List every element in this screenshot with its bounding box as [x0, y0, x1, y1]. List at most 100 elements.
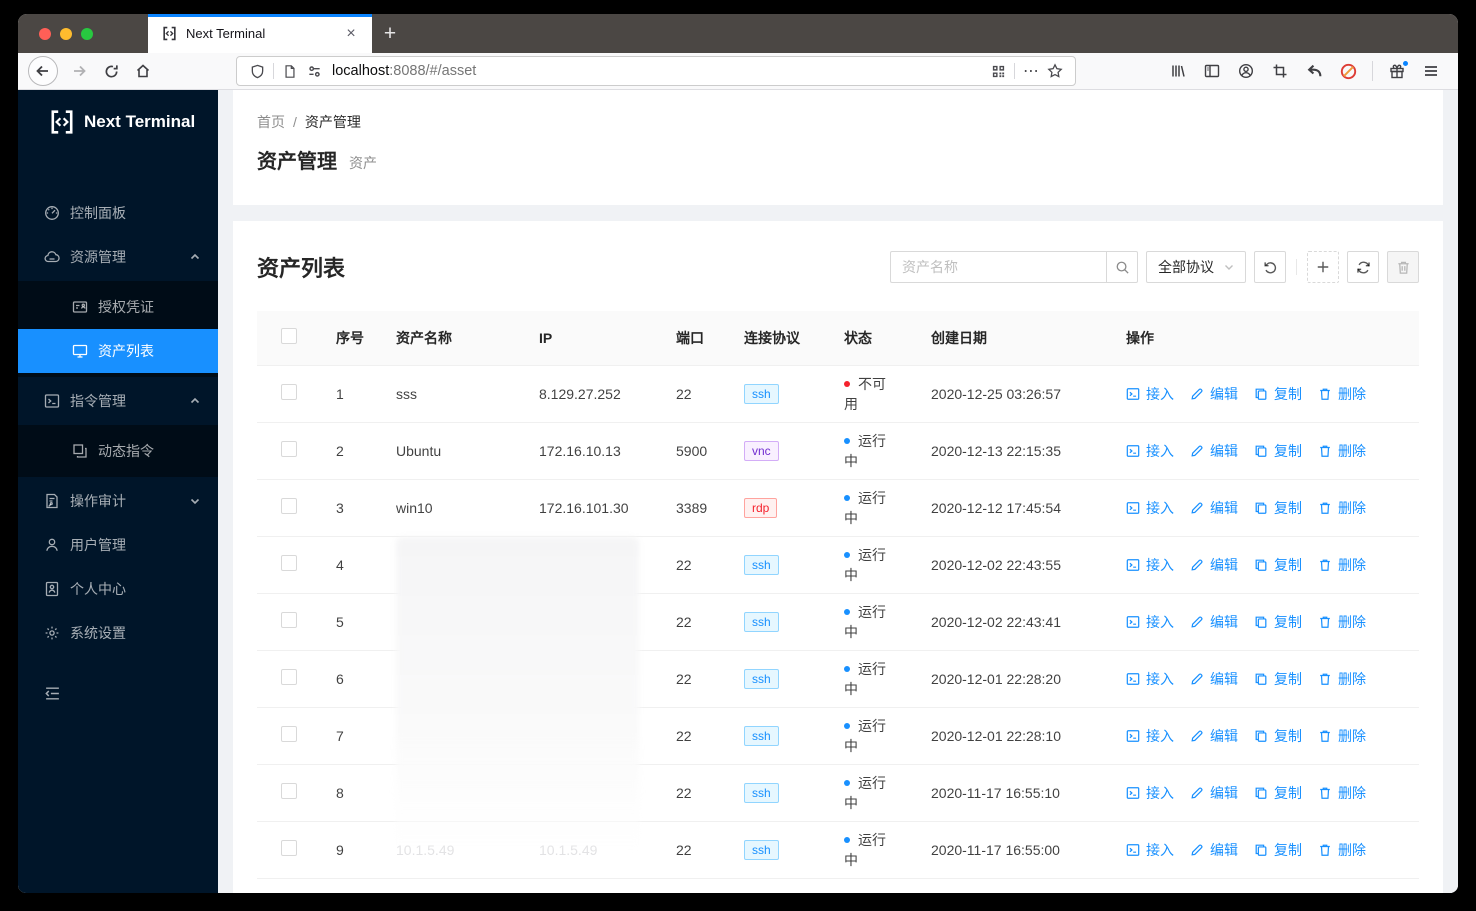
- row-checkbox[interactable]: [280, 384, 297, 400]
- sidebar-item-audit[interactable]: 操作审计: [18, 481, 218, 521]
- back-button[interactable]: [28, 56, 58, 86]
- page-info-icon[interactable]: [278, 64, 302, 79]
- row-checkbox[interactable]: [280, 498, 297, 514]
- row-checkbox[interactable]: [280, 783, 297, 799]
- column-header: 创建日期: [915, 311, 1110, 366]
- sidebar-toggle-icon[interactable]: [1197, 56, 1227, 86]
- connect-link[interactable]: 接入: [1126, 783, 1174, 803]
- edit-link[interactable]: 编辑: [1190, 441, 1238, 461]
- sidebar-item-dynamic-commands[interactable]: 动态指令: [18, 429, 218, 473]
- close-window-button[interactable]: [39, 27, 51, 40]
- row-checkbox[interactable]: [280, 726, 297, 742]
- edit-link[interactable]: 编辑: [1190, 612, 1238, 632]
- undo-arrow-icon[interactable]: [1299, 56, 1329, 86]
- sidebar-item-credentials[interactable]: 授权凭证: [18, 285, 218, 329]
- connect-link[interactable]: 接入: [1126, 612, 1174, 632]
- connect-link[interactable]: 接入: [1126, 669, 1174, 689]
- sidebar-item-commands[interactable]: 指令管理: [18, 381, 218, 421]
- connect-link[interactable]: 接入: [1126, 498, 1174, 518]
- account-icon[interactable]: [1231, 56, 1261, 86]
- select-all-checkbox[interactable]: [280, 328, 297, 345]
- edit-link[interactable]: 编辑: [1190, 783, 1238, 803]
- row-checkbox[interactable]: [280, 441, 297, 457]
- delete-link[interactable]: 删除: [1318, 441, 1366, 461]
- tracking-protection-shield-icon[interactable]: [245, 64, 269, 79]
- row-checkbox[interactable]: [280, 669, 297, 685]
- refresh-table-button[interactable]: [1347, 251, 1379, 283]
- delete-link[interactable]: 删除: [1318, 840, 1366, 860]
- sidebar-collapse-trigger[interactable]: [18, 673, 218, 713]
- copy-link[interactable]: 复制: [1254, 498, 1302, 518]
- app-logo[interactable]: Next Terminal: [18, 90, 218, 154]
- cell-no: 2: [320, 422, 380, 480]
- breadcrumb-home[interactable]: 首页: [257, 114, 285, 130]
- copy-link[interactable]: 复制: [1254, 384, 1302, 404]
- row-checkbox[interactable]: [280, 840, 297, 856]
- sidebar-item-asset-list[interactable]: 资产列表: [18, 329, 218, 373]
- row-checkbox[interactable]: [280, 555, 297, 571]
- connect-link[interactable]: 接入: [1126, 384, 1174, 404]
- home-button[interactable]: [128, 56, 158, 86]
- copy-link[interactable]: 复制: [1254, 726, 1302, 746]
- delete-link[interactable]: 删除: [1318, 669, 1366, 689]
- sidebar-item-profile[interactable]: 个人中心: [18, 569, 218, 609]
- delete-selected-button[interactable]: [1387, 251, 1419, 283]
- connect-link[interactable]: 接入: [1126, 726, 1174, 746]
- url-text[interactable]: localhost:8088/#/asset: [332, 63, 986, 79]
- qr-code-icon[interactable]: [986, 64, 1010, 79]
- menu-hamburger-icon[interactable]: [1416, 56, 1446, 86]
- delete-link[interactable]: 删除: [1318, 498, 1366, 518]
- sidebar-item-users[interactable]: 用户管理: [18, 525, 218, 565]
- sidebar-item-resources[interactable]: 资源管理: [18, 237, 218, 277]
- add-asset-button[interactable]: [1307, 251, 1339, 283]
- connect-link[interactable]: 接入: [1126, 441, 1174, 461]
- bookmark-star-icon[interactable]: [1043, 63, 1067, 79]
- screenshot-crop-icon[interactable]: [1265, 56, 1295, 86]
- minimize-window-button[interactable]: [60, 27, 72, 40]
- edit-link[interactable]: 编辑: [1190, 498, 1238, 518]
- tab-close-icon[interactable]: ×: [340, 23, 362, 45]
- reset-filters-button[interactable]: [1254, 251, 1286, 283]
- edit-link[interactable]: 编辑: [1190, 726, 1238, 746]
- asset-name-search-input[interactable]: [890, 251, 1106, 283]
- reload-button[interactable]: [96, 56, 126, 86]
- sidebar-item-settings[interactable]: 系统设置: [18, 613, 218, 653]
- copy-link[interactable]: 复制: [1254, 612, 1302, 632]
- delete-link[interactable]: 删除: [1318, 612, 1366, 632]
- copy-link[interactable]: 复制: [1254, 441, 1302, 461]
- cell-asset-name: win10: [380, 479, 523, 537]
- delete-link[interactable]: 删除: [1318, 783, 1366, 803]
- edit-link[interactable]: 编辑: [1190, 555, 1238, 575]
- copy-link[interactable]: 复制: [1254, 840, 1302, 860]
- content-blocked-icon[interactable]: [1333, 56, 1363, 86]
- whats-new-gift-icon[interactable]: [1382, 56, 1412, 86]
- connect-link[interactable]: 接入: [1126, 840, 1174, 860]
- protocol-tag: ssh: [744, 611, 779, 632]
- library-icon[interactable]: [1163, 56, 1193, 86]
- site-permissions-icon[interactable]: [302, 64, 326, 79]
- sidebar-item-dashboard[interactable]: 控制面板: [18, 193, 218, 233]
- protocol-filter-select[interactable]: 全部协议: [1146, 251, 1246, 283]
- connect-link[interactable]: 接入: [1126, 555, 1174, 575]
- delete-link[interactable]: 删除: [1318, 726, 1366, 746]
- row-checkbox[interactable]: [280, 612, 297, 628]
- delete-link[interactable]: 删除: [1318, 555, 1366, 575]
- cell-status: 不可用: [828, 365, 915, 423]
- new-tab-button[interactable]: +: [372, 14, 408, 53]
- edit-link[interactable]: 编辑: [1190, 669, 1238, 689]
- delete-link[interactable]: 删除: [1318, 384, 1366, 404]
- page-actions-ellipsis-icon[interactable]: ⋯: [1019, 61, 1043, 81]
- url-bar[interactable]: localhost:8088/#/asset ⋯: [236, 56, 1076, 86]
- status-dot: [844, 380, 850, 387]
- copy-link[interactable]: 复制: [1254, 783, 1302, 803]
- search-button[interactable]: [1106, 251, 1138, 283]
- copy-link[interactable]: 复制: [1254, 669, 1302, 689]
- browser-tab[interactable]: Next Terminal ×: [148, 14, 372, 53]
- edit-link[interactable]: 编辑: [1190, 840, 1238, 860]
- forward-button[interactable]: [64, 56, 94, 86]
- cell-asset-name: [380, 536, 523, 594]
- status-dot: [844, 665, 850, 672]
- edit-link[interactable]: 编辑: [1190, 384, 1238, 404]
- copy-link[interactable]: 复制: [1254, 555, 1302, 575]
- zoom-window-button[interactable]: [81, 27, 93, 40]
